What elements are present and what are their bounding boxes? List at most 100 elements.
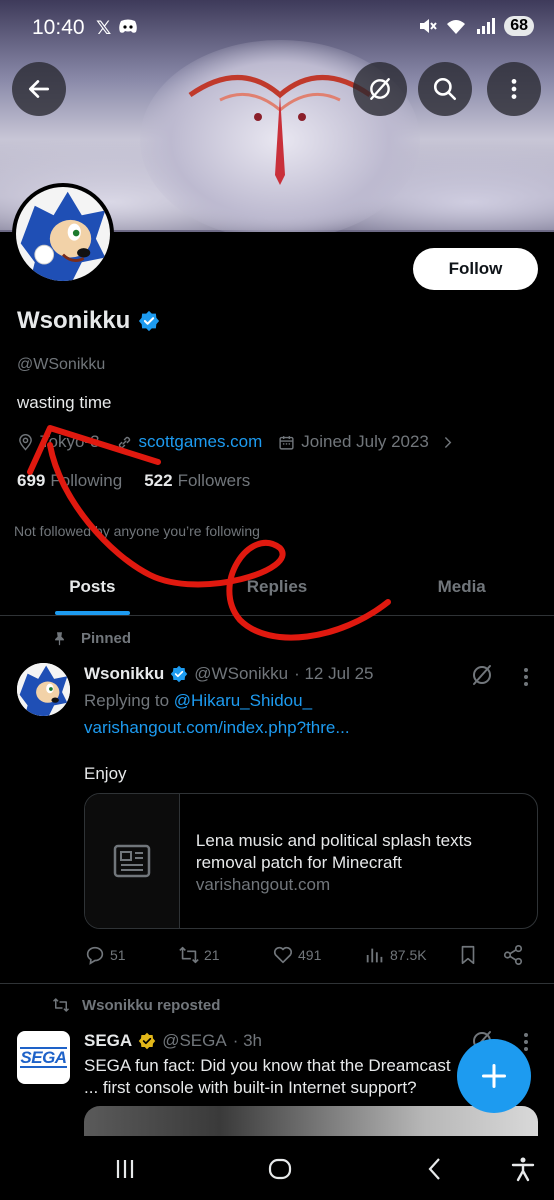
system-nav-bar [0,1136,554,1200]
post-avatar[interactable] [17,663,70,716]
followers-stat[interactable]: 522 Followers [144,471,250,491]
reply-icon [86,946,104,965]
post-header: Wsonikku @WSonikku · 12 Jul 25 [84,664,373,684]
heart-icon [273,946,293,964]
sonic-avatar-image [17,663,70,716]
repost-author[interactable]: SEGA [84,1031,132,1051]
more-vertical-icon[interactable] [519,666,533,688]
share-button[interactable] [502,944,524,966]
link-card[interactable]: Lena music and political splash texts re… [84,793,538,929]
not-followed-note: Not followed by anyone you’re following [14,523,260,539]
profile-location: Tokyo-3 [17,432,100,452]
card-body: Lena music and political splash texts re… [180,794,537,928]
verified-org-badge-icon [138,1032,156,1050]
grok-button[interactable] [353,62,407,116]
profile-website[interactable]: scottgames.com [116,432,263,452]
calendar-icon [279,435,294,450]
pinned-label-text: Pinned [81,630,132,647]
profile-avatar[interactable] [12,183,114,285]
followers-count: 522 [144,471,173,490]
plus-icon [481,1063,507,1089]
tab-media[interactable]: Media [369,560,554,615]
card-domain: varishangout.com [195,875,331,894]
post-handle: @WSonikku [194,664,289,683]
repost-handle: @SEGA [162,1031,227,1050]
sega-avatar[interactable]: SEGA [17,1031,70,1084]
signal-icon [477,18,496,34]
sonic-avatar-image [16,187,110,281]
battery-indicator: 68 [504,16,534,36]
search-icon [433,77,457,101]
arrow-left-icon [28,80,50,98]
replying-to: Replying to @Hikaru_Shidou_ [84,691,312,711]
verified-badge-icon[interactable] [138,310,160,332]
card-thumbnail [85,794,180,928]
more-options-button[interactable] [487,62,541,116]
card-title: Lena music and political splash texts re… [195,831,472,872]
post-divider [0,983,554,984]
discord-icon [119,19,137,33]
x-logo-icon: 𝕏 [96,18,112,39]
like-button[interactable]: 491 [272,944,321,966]
location-pin-icon [19,433,32,451]
profile-handle: @WSonikku [17,356,106,373]
profile-joined[interactable]: Joined July 2023 [278,432,456,452]
location-text: Tokyo-3 [40,432,100,451]
bookmark-button[interactable] [457,944,479,966]
replying-prefix: Replying to [84,691,170,710]
reply-count: 51 [110,947,126,963]
following-count: 699 [17,471,46,490]
more-vertical-icon [511,79,517,99]
website-link[interactable]: scottgames.com [139,432,263,452]
status-time: 10:40 [32,16,85,39]
more-vertical-icon[interactable] [519,1031,533,1053]
profile-tabs: Posts Replies Media [0,560,554,616]
repost-count: 21 [204,947,220,963]
post-date: · 12 Jul 25 [294,664,374,683]
views-count: 87.5K [390,947,427,963]
repost-icon [52,998,70,1012]
post-link[interactable]: varishangout.com/index.php?thre... [84,718,350,738]
sega-logo: SEGA [20,1047,67,1068]
repost-icon [179,946,199,964]
recent-apps-icon [116,1160,134,1178]
home-button[interactable] [265,1156,295,1182]
recent-apps-button[interactable] [110,1156,140,1182]
followers-label: Followers [177,471,251,490]
tab-posts[interactable]: Posts [0,560,185,615]
reply-button[interactable]: 51 [84,944,126,966]
profile-bio: wasting time [17,393,112,412]
following-stat[interactable]: 699 Following [17,471,122,491]
grok-icon[interactable] [470,663,494,687]
accessibility-button[interactable] [508,1156,538,1182]
search-button[interactable] [418,62,472,116]
display-name-text: Wsonikku [17,307,131,334]
pin-icon [55,632,64,646]
compose-button[interactable] [457,1039,531,1113]
replying-to-handle[interactable]: @Hikaru_Shidou_ [174,691,312,710]
back-nav-button[interactable] [420,1156,450,1182]
wifi-icon [447,20,466,34]
post-text: Enjoy [84,764,127,783]
analytics-icon [366,948,383,963]
repost-button[interactable]: 21 [178,944,220,966]
views-button[interactable]: 87.5K [364,944,427,966]
home-icon [268,1158,292,1180]
profile-meta: Tokyo-3 scottgames.com Joined July 2023 [17,432,472,452]
profile-stats: 699 Following 522 Followers [17,471,250,491]
mute-icon [420,19,437,33]
pinned-label: Pinned [52,630,131,647]
like-count: 491 [298,947,322,963]
repost-header: SEGA @SEGA · 3h [84,1031,262,1051]
grok-icon [370,78,390,100]
joined-text: Joined July 2023 [301,432,429,451]
verified-badge-icon [171,665,188,683]
repost-time: · 3h [232,1031,262,1050]
tab-replies[interactable]: Replies [185,560,370,615]
status-bar: 10:40 𝕏 68 [0,0,554,56]
post-author[interactable]: Wsonikku [84,664,164,684]
follow-button[interactable]: Follow [413,248,538,290]
post-actions: 51 21 491 87.5K [84,944,538,968]
article-icon [113,844,151,878]
back-button[interactable] [12,62,66,116]
